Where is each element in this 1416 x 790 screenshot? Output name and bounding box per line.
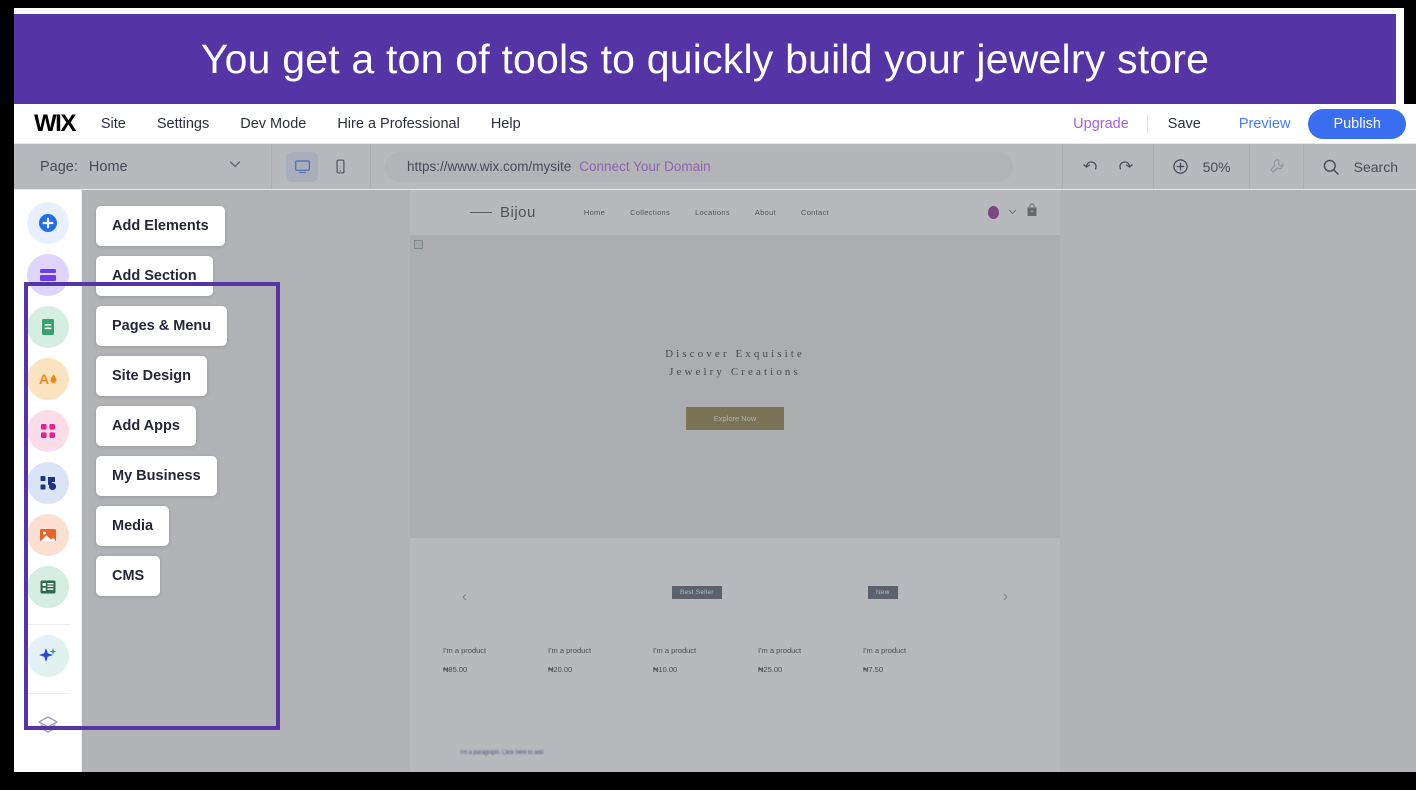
save-button[interactable]: Save <box>1148 116 1221 132</box>
headline-banner-text: You get a ton of tools to quickly build … <box>200 35 1210 82</box>
menu-item-dev-mode[interactable]: Dev Mode <box>240 116 306 132</box>
publish-button[interactable]: Publish <box>1308 109 1406 139</box>
gutter-bottom <box>0 772 1416 790</box>
panel-button-add-apps[interactable]: Add Apps <box>96 406 196 446</box>
cms-icon[interactable] <box>26 566 69 608</box>
gutter-left <box>0 0 14 790</box>
panel-button-add-elements[interactable]: Add Elements <box>96 206 225 246</box>
site-design-icon[interactable]: A <box>26 358 69 400</box>
panel-button-media[interactable]: Media <box>96 506 170 546</box>
editor-top-menu-bar: WIX Site Settings Dev Mode Hire a Profes… <box>14 104 1416 144</box>
tools-label: Tools <box>14 144 1416 189</box>
editor-menu-panel: Add Elements Add Section Pages & Menu Si… <box>82 190 284 638</box>
gutter-top <box>0 0 1416 8</box>
add-apps-icon[interactable] <box>26 410 69 452</box>
wix-editor-window: WIX Site Settings Dev Mode Hire a Profes… <box>14 104 1416 772</box>
top-menu: Site Settings Dev Mode Hire a Profession… <box>101 116 521 132</box>
panel-button-my-business[interactable]: My Business <box>96 456 217 496</box>
panel-button-site-design[interactable]: Site Design <box>96 356 207 396</box>
menu-item-hire-a-professional[interactable]: Hire a Professional <box>337 116 460 132</box>
menu-item-help[interactable]: Help <box>491 116 521 132</box>
layers-icon[interactable] <box>26 704 69 746</box>
screenshot-root: You get a ton of tools to quickly build … <box>0 0 1416 790</box>
add-elements-icon[interactable] <box>26 202 69 244</box>
media-icon[interactable] <box>26 514 69 556</box>
svg-text:A: A <box>39 371 49 387</box>
panel-button-pages-menu[interactable]: Pages & Menu <box>96 306 228 346</box>
left-rail: A <box>14 190 82 772</box>
panel-button-cms[interactable]: CMS <box>96 556 161 596</box>
preview-button[interactable]: Preview <box>1221 116 1309 132</box>
editor-toolbar: Page: Home https://www.wix.com/mysite Co… <box>14 143 1416 190</box>
divider <box>25 693 70 694</box>
tools-menu[interactable]: Tools <box>14 143 1416 190</box>
panel-button-add-section[interactable]: Add Section <box>96 256 213 296</box>
divider <box>25 624 70 625</box>
menu-item-settings[interactable]: Settings <box>157 116 209 132</box>
ai-sparkle-icon[interactable] <box>26 635 69 677</box>
pages-menu-icon[interactable] <box>26 306 69 348</box>
add-section-icon[interactable] <box>26 254 69 296</box>
editor-body: A Bijou Home Collections Locations About… <box>14 190 1416 772</box>
menu-item-site[interactable]: Site <box>101 116 126 132</box>
top-bar-actions: Upgrade Save Preview Publish <box>1055 104 1406 144</box>
headline-banner: You get a ton of tools to quickly build … <box>14 14 1396 104</box>
my-business-icon[interactable] <box>26 462 69 504</box>
editor-canvas: Bijou Home Collections Locations About C… <box>82 190 1416 772</box>
upgrade-button[interactable]: Upgrade <box>1055 116 1147 132</box>
wix-logo[interactable]: WIX <box>34 110 76 138</box>
